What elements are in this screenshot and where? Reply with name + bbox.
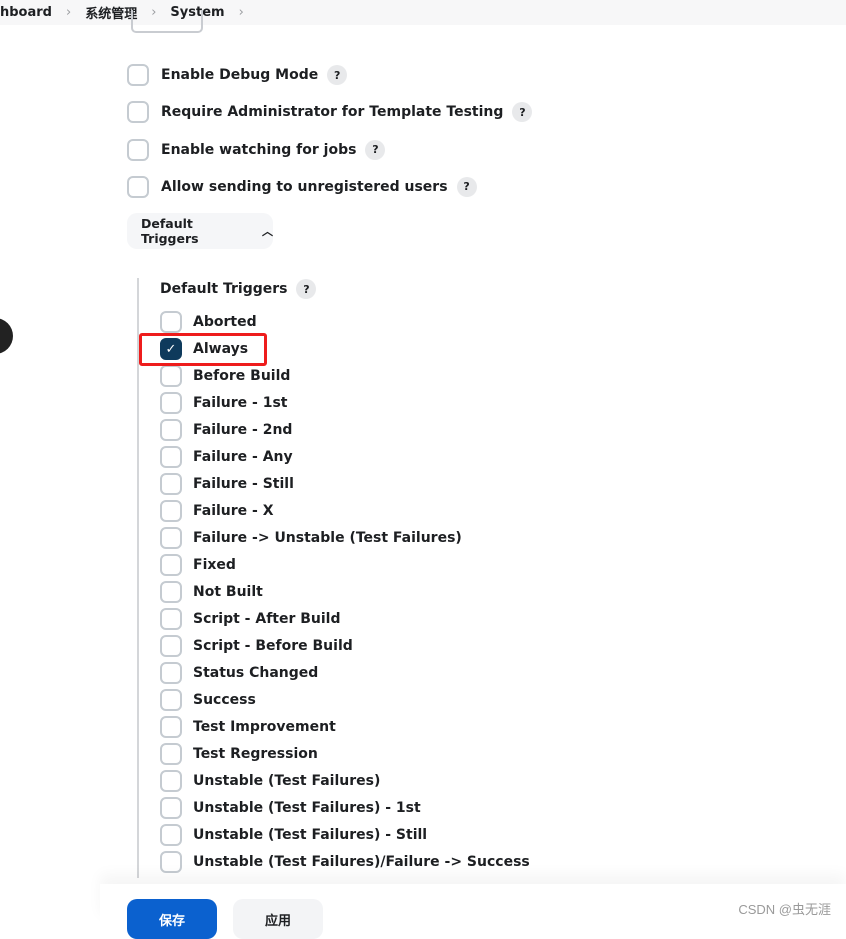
option-row[interactable]: Enable Debug Mode? bbox=[127, 64, 348, 86]
trigger-label: Test Improvement bbox=[193, 719, 336, 735]
help-icon[interactable]: ? bbox=[296, 279, 317, 299]
trigger-row[interactable]: Aborted bbox=[160, 311, 257, 333]
checkbox[interactable] bbox=[160, 554, 182, 576]
trigger-row[interactable]: Test Improvement bbox=[160, 716, 336, 738]
trigger-row[interactable]: Unstable (Test Failures) - 1st bbox=[160, 797, 421, 819]
triggers-heading-text: Default Triggers bbox=[160, 281, 288, 297]
checkbox[interactable] bbox=[160, 527, 182, 549]
option-label: Allow sending to unregistered users bbox=[161, 178, 448, 195]
triggers-heading: Default Triggers ? bbox=[160, 279, 317, 299]
trigger-row[interactable]: Success bbox=[160, 689, 256, 711]
option-row[interactable]: Enable watching for jobs? bbox=[127, 138, 386, 161]
option-label: Enable watching for jobs bbox=[161, 141, 357, 158]
checkbox[interactable] bbox=[160, 797, 182, 819]
trigger-label: Success bbox=[193, 692, 256, 708]
checkbox[interactable] bbox=[160, 824, 182, 846]
checkbox[interactable] bbox=[160, 581, 182, 603]
checkbox[interactable] bbox=[160, 743, 182, 765]
checkbox[interactable] bbox=[127, 175, 149, 198]
option-label: Enable Debug Mode bbox=[161, 67, 319, 83]
trigger-label: Unstable (Test Failures) bbox=[193, 773, 381, 789]
trigger-label: Script - After Build bbox=[193, 611, 341, 627]
trigger-row[interactable]: Test Regression bbox=[160, 743, 318, 765]
checkbox[interactable] bbox=[160, 716, 182, 738]
trigger-row[interactable]: Unstable (Test Failures) bbox=[160, 770, 380, 792]
checkbox[interactable] bbox=[160, 446, 182, 468]
trigger-row[interactable]: Failure - Still bbox=[160, 473, 294, 495]
checkbox[interactable] bbox=[160, 608, 182, 630]
highlight-box bbox=[139, 333, 267, 366]
trigger-label: Failure - 2nd bbox=[193, 422, 293, 438]
watermark: CSDN @虫无涯 bbox=[738, 902, 831, 917]
trigger-label: Failure -> Unstable (Test Failures) bbox=[193, 530, 462, 546]
trigger-row[interactable]: Failure - 1st bbox=[160, 392, 287, 414]
checkbox[interactable] bbox=[160, 311, 182, 333]
trigger-row[interactable]: Not Built bbox=[160, 581, 263, 603]
trigger-label: Script - Before Build bbox=[193, 638, 353, 654]
option-label: Require Administrator for Template Testi… bbox=[161, 104, 504, 121]
trigger-label: Failure - 1st bbox=[193, 395, 288, 411]
trigger-row[interactable]: Failure - Any bbox=[160, 446, 293, 468]
trigger-label: Unstable (Test Failures) - 1st bbox=[193, 800, 421, 816]
trigger-row[interactable]: Unstable (Test Failures)/Failure -> Succ… bbox=[160, 851, 530, 873]
apply-button[interactable]: 应用 bbox=[233, 899, 323, 939]
checkbox[interactable] bbox=[127, 101, 149, 124]
checkbox[interactable] bbox=[160, 635, 182, 657]
chevron-right-icon: › bbox=[238, 5, 244, 20]
partial-button[interactable] bbox=[131, 10, 203, 33]
breadcrumb-item-manage[interactable]: 系统管理 bbox=[85, 3, 137, 22]
trigger-label: Fixed bbox=[193, 557, 236, 573]
chevron-right-icon: › bbox=[65, 5, 72, 20]
help-icon[interactable]: ? bbox=[456, 176, 477, 197]
trigger-row[interactable]: Fixed bbox=[160, 554, 236, 576]
checkbox[interactable] bbox=[160, 851, 182, 873]
toggle-label: Default Triggers bbox=[141, 216, 199, 246]
trigger-label: Unstable (Test Failures)/Failure -> Succ… bbox=[193, 854, 530, 870]
default-triggers-toggle[interactable]: Default Triggers ︿ bbox=[127, 213, 273, 249]
trigger-row[interactable]: Failure - 2nd bbox=[160, 419, 292, 441]
trigger-row[interactable]: Status Changed bbox=[160, 662, 318, 684]
breadcrumb-item-dashboard[interactable]: hboard bbox=[0, 5, 52, 20]
option-row[interactable]: Require Administrator for Template Testi… bbox=[127, 101, 533, 124]
checkbox[interactable] bbox=[127, 138, 149, 161]
trigger-label: Before Build bbox=[193, 368, 291, 384]
trigger-row[interactable]: Before Build bbox=[160, 365, 290, 387]
trigger-row[interactable]: Script - After Build bbox=[160, 608, 341, 630]
checkbox[interactable] bbox=[127, 64, 149, 86]
checkbox[interactable] bbox=[160, 419, 182, 441]
trigger-label: Test Regression bbox=[193, 746, 318, 762]
trigger-label: Unstable (Test Failures) - Still bbox=[193, 827, 428, 843]
trigger-label: Status Changed bbox=[193, 665, 319, 681]
floating-dot[interactable] bbox=[0, 318, 13, 354]
save-button[interactable]: 保存 bbox=[127, 899, 217, 939]
section-divider bbox=[137, 278, 139, 878]
checkbox[interactable] bbox=[160, 689, 182, 711]
help-icon[interactable]: ? bbox=[327, 65, 348, 85]
trigger-label: Aborted bbox=[193, 314, 257, 330]
checkbox[interactable] bbox=[160, 392, 182, 414]
trigger-label: Failure - Any bbox=[193, 449, 293, 465]
trigger-row[interactable]: Unstable (Test Failures) - Still bbox=[160, 824, 427, 846]
checkbox[interactable] bbox=[160, 365, 182, 387]
trigger-label: Not Built bbox=[193, 584, 263, 600]
trigger-label: Failure - X bbox=[193, 503, 274, 519]
checkbox[interactable] bbox=[160, 770, 182, 792]
trigger-row[interactable]: Script - Before Build bbox=[160, 635, 353, 657]
trigger-label: Failure - Still bbox=[193, 476, 294, 492]
checkbox[interactable] bbox=[160, 500, 182, 522]
breadcrumb: hboard › 系统管理 › System › bbox=[0, 0, 846, 25]
chevron-up-icon: ︿ bbox=[262, 225, 273, 238]
trigger-row[interactable]: Failure -> Unstable (Test Failures) bbox=[160, 527, 462, 549]
help-icon[interactable]: ? bbox=[512, 102, 533, 123]
option-row[interactable]: Allow sending to unregistered users? bbox=[127, 175, 477, 198]
checkbox[interactable] bbox=[160, 473, 182, 495]
checkbox[interactable] bbox=[160, 662, 182, 684]
help-icon[interactable]: ? bbox=[365, 139, 386, 160]
trigger-row[interactable]: Failure - X bbox=[160, 500, 274, 522]
